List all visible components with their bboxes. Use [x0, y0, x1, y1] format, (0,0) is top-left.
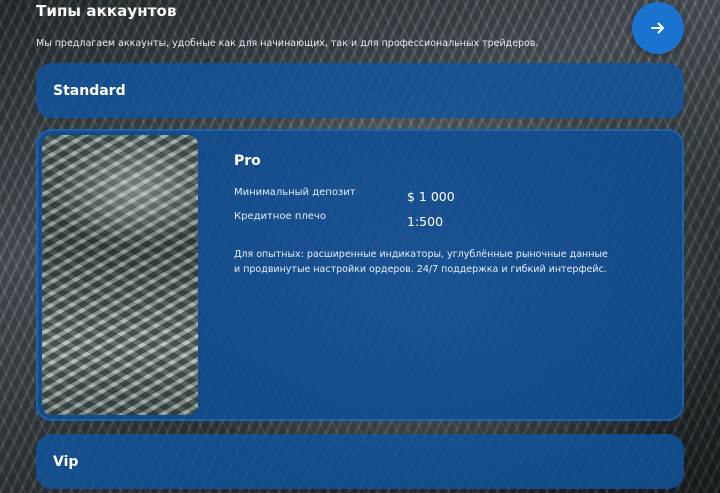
money-swirl-image [42, 135, 198, 415]
spec-label-min-deposit: Минимальный депозит [234, 187, 356, 198]
account-name-pro: Pro [234, 153, 261, 169]
spec-value-min-deposit: $ 1 000 [407, 189, 455, 204]
page-subtitle: Мы предлагаем аккаунты, удобные как для … [36, 38, 539, 49]
account-card-pro[interactable]: Pro Минимальный депозит $ 1 000 Кредитно… [36, 129, 684, 421]
account-card-vip[interactable]: Vip [36, 434, 684, 489]
next-button[interactable] [632, 2, 684, 54]
account-description-pro: Для опытных: расширенные индикаторы, угл… [234, 249, 608, 275]
account-name-vip: Vip [53, 453, 79, 470]
account-card-standard[interactable]: Standard [36, 63, 684, 118]
page-title: Типы аккаунтов [36, 2, 177, 20]
account-name-standard: Standard [53, 82, 126, 99]
spec-value-leverage: 1:500 [407, 214, 444, 229]
arrow-right-icon [651, 22, 664, 34]
spec-label-leverage: Кредитное плечо [234, 211, 326, 222]
